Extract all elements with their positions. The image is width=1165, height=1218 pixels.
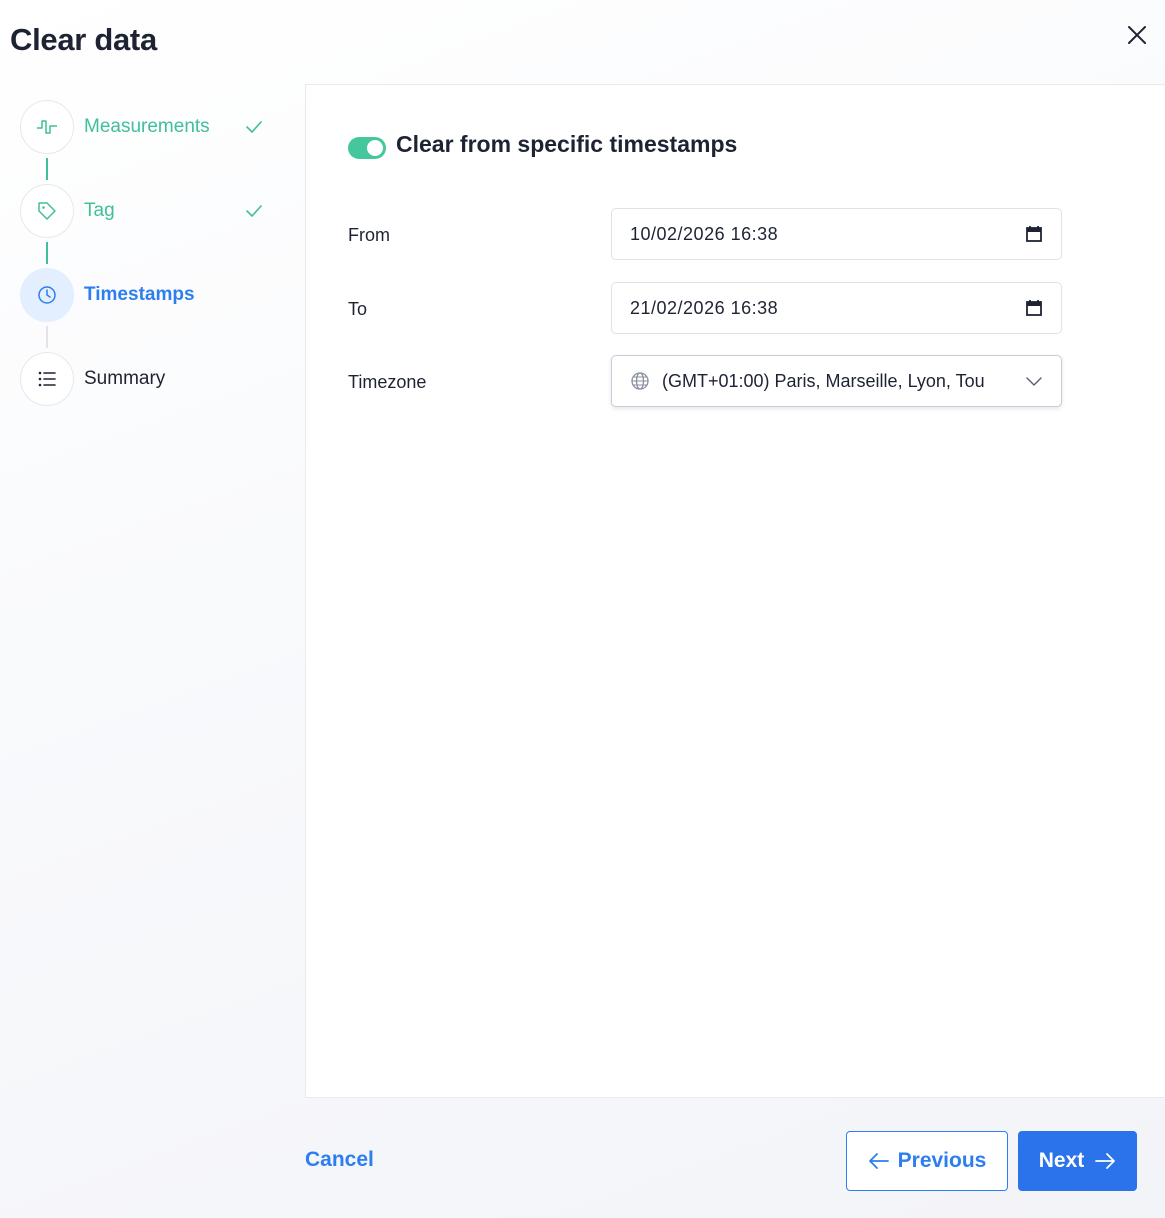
calendar-icon[interactable] — [1025, 225, 1043, 243]
from-label: From — [348, 225, 390, 245]
to-datetime-value: 21/02/2026 16:38 — [630, 297, 779, 318]
form-panel: Clear from specific timestamps From 10/0… — [305, 84, 1165, 1098]
toggle-label: Clear from specific timestamps — [396, 131, 738, 157]
calendar-icon[interactable] — [1025, 299, 1043, 317]
pulse-icon — [37, 120, 57, 134]
step-connector — [46, 158, 48, 180]
from-datetime-input[interactable]: 10/02/2026 16:38 — [611, 208, 1062, 260]
step-tag[interactable]: Tag — [20, 184, 280, 238]
previous-label: Previous — [897, 1149, 987, 1172]
dialog-title: Clear data — [10, 22, 157, 57]
timezone-label: Timezone — [348, 372, 427, 392]
toggle-knob — [367, 140, 383, 156]
list-icon — [38, 371, 56, 387]
step-connector — [46, 242, 48, 264]
chevron-down-icon — [1026, 377, 1042, 386]
step-label-timestamps: Timestamps — [84, 284, 195, 305]
specific-timestamps-toggle[interactable] — [348, 137, 386, 159]
next-button[interactable]: Next — [1018, 1131, 1137, 1191]
cancel-button[interactable]: Cancel — [305, 1148, 374, 1172]
close-icon — [1128, 26, 1146, 44]
clock-icon — [38, 286, 56, 304]
step-circle-summary — [20, 352, 74, 406]
step-summary[interactable]: Summary — [20, 352, 280, 406]
check-icon — [246, 205, 262, 217]
step-label-summary: Summary — [84, 368, 166, 389]
arrow-right-icon — [1095, 1153, 1116, 1169]
step-circle-tag — [20, 184, 74, 238]
step-measurements[interactable]: Measurements — [20, 100, 280, 154]
step-circle-measurements — [20, 100, 74, 154]
to-datetime-input[interactable]: 21/02/2026 16:38 — [611, 282, 1062, 334]
step-timestamps[interactable]: Timestamps — [20, 268, 280, 322]
close-button[interactable] — [1124, 22, 1150, 48]
step-connector — [46, 326, 48, 348]
timezone-value: (GMT+01:00) Paris, Marseille, Lyon, Tou — [662, 370, 985, 391]
step-label-measurements: Measurements — [84, 116, 210, 137]
check-icon — [246, 121, 262, 133]
previous-button[interactable]: Previous — [846, 1131, 1008, 1191]
arrow-left-icon — [868, 1153, 889, 1169]
globe-icon — [631, 372, 649, 390]
to-label: To — [348, 299, 368, 319]
next-label: Next — [1038, 1149, 1085, 1172]
from-datetime-value: 10/02/2026 16:38 — [630, 223, 779, 244]
step-label-tag: Tag — [84, 200, 115, 221]
step-circle-timestamps — [20, 268, 74, 322]
tag-icon — [38, 202, 56, 220]
timezone-select[interactable]: (GMT+01:00) Paris, Marseille, Lyon, Tou — [611, 355, 1062, 407]
